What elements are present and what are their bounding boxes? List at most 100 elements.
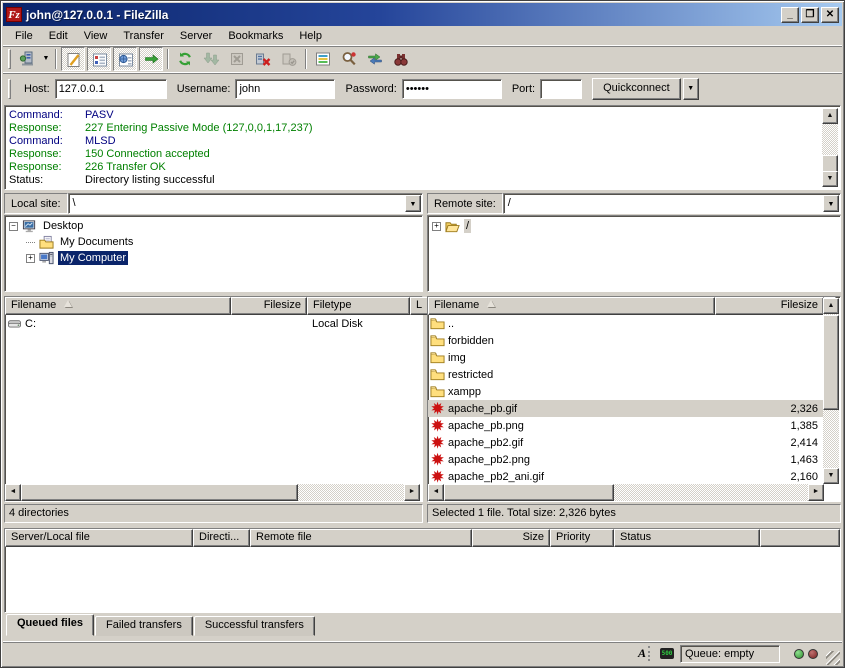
toggle-remote-tree-button[interactable] [113, 47, 137, 71]
remote-file-row[interactable]: restricted [428, 366, 824, 383]
column-header-filename[interactable]: Filename [428, 297, 715, 315]
remote-file-row[interactable]: xampp [428, 383, 824, 400]
username-input[interactable] [235, 79, 335, 99]
title-bar: Fz john@127.0.0.1 - FileZilla _ ❐ ✕ [3, 3, 842, 26]
disconnect-button[interactable] [251, 47, 275, 71]
remote-file-row[interactable]: apache_pb2_ani.gif2,160 [428, 468, 824, 484]
expand-icon[interactable]: + [26, 254, 35, 263]
chevron-down-icon[interactable]: ▼ [823, 195, 839, 212]
scroll-up-icon[interactable]: ▲ [822, 108, 838, 124]
site-manager-dropdown[interactable]: ▼ [40, 48, 52, 70]
toolbar-gripper[interactable] [8, 49, 11, 69]
log-line-response: Response:227 Entering Passive Mode (127,… [9, 122, 821, 135]
tree-item[interactable]: +/ [428, 218, 840, 234]
scroll-down-icon[interactable]: ▼ [822, 171, 838, 187]
password-input[interactable] [402, 79, 502, 99]
tab-queued-files[interactable]: Queued files [6, 614, 94, 636]
tab-successful-transfers[interactable]: Successful transfers [194, 616, 315, 636]
chevron-down-icon[interactable]: ▼ [405, 195, 421, 212]
host-input[interactable] [55, 79, 167, 99]
menu-transfer[interactable]: Transfer [115, 28, 172, 44]
column-header-status[interactable]: Status [614, 529, 760, 547]
toggle-local-tree-button[interactable] [87, 47, 111, 71]
menu-view[interactable]: View [76, 28, 116, 44]
transfer-type-icon[interactable]: A [634, 645, 654, 663]
password-label: Password: [345, 83, 396, 95]
menu-server[interactable]: Server [172, 28, 220, 44]
scroll-right-icon[interactable]: ► [404, 484, 420, 501]
find-files-button[interactable] [389, 47, 413, 71]
remote-vscrollbar[interactable]: ▲ ▼ [823, 298, 839, 484]
local-hscrollbar[interactable]: ◄ ► [5, 484, 420, 501]
tab-failed-transfers[interactable]: Failed transfers [95, 616, 193, 636]
remote-file-row[interactable]: apache_pb.png1,385 [428, 417, 824, 434]
expand-icon[interactable]: + [432, 222, 441, 231]
quickconnect-button[interactable]: Quickconnect [592, 78, 681, 100]
remote-site-combo[interactable]: / ▼ [503, 193, 841, 214]
filter-button[interactable] [311, 47, 335, 71]
column-header-server-local-file[interactable]: Server/Local file [5, 529, 193, 547]
image-icon [430, 418, 445, 433]
local-site-combo[interactable]: \ ▼ [68, 193, 423, 214]
process-queue-icon [203, 51, 219, 67]
toggle-message-log-button[interactable] [61, 47, 85, 71]
close-button[interactable]: ✕ [821, 7, 839, 23]
folder-icon [430, 384, 445, 399]
column-header-filetype[interactable]: Filetype [307, 297, 410, 315]
minimize-button[interactable]: _ [781, 7, 799, 23]
quickconnect-bar: Host: Username: Password: Port: Quickcon… [3, 72, 842, 104]
toolbar-separator [305, 49, 307, 69]
tree-item[interactable]: My Documents [5, 234, 422, 250]
site-manager-button[interactable] [15, 47, 39, 71]
column-header-filesize[interactable]: Filesize [231, 297, 307, 315]
toggle-remote-tree-icon [118, 52, 134, 68]
scroll-left-icon[interactable]: ◄ [428, 484, 444, 501]
remote-file-row[interactable]: .. [428, 315, 824, 332]
remote-hscrollbar[interactable]: ◄ ► [428, 484, 824, 501]
refresh-button[interactable] [173, 47, 197, 71]
menu-edit[interactable]: Edit [41, 28, 76, 44]
remote-tree: +/ [427, 215, 841, 292]
log-scrollbar[interactable]: ▲ ▼ [822, 108, 838, 187]
toggle-queue-button[interactable] [139, 47, 163, 71]
remote-file-row[interactable]: apache_pb.gif2,326 [428, 400, 824, 417]
scroll-right-icon[interactable]: ► [808, 484, 824, 501]
quickbar-gripper[interactable] [8, 79, 11, 99]
local-status: 4 directories [4, 504, 423, 523]
scroll-left-icon[interactable]: ◄ [5, 484, 21, 501]
toolbar-separator [55, 49, 57, 69]
directory-comparison-icon [341, 51, 357, 67]
remote-file-row[interactable]: apache_pb2.gif2,414 [428, 434, 824, 451]
image-icon [430, 401, 445, 416]
menu-help[interactable]: Help [291, 28, 330, 44]
toggle-queue-icon [144, 52, 160, 68]
column-header-priority[interactable]: Priority [550, 529, 614, 547]
scroll-down-icon[interactable]: ▼ [823, 468, 839, 484]
directory-comparison-button[interactable] [337, 47, 361, 71]
port-input[interactable] [540, 79, 582, 99]
disk-icon [7, 316, 22, 331]
local-file-row[interactable]: C:Local Disk [5, 315, 422, 332]
remote-file-row[interactable]: forbidden [428, 332, 824, 349]
menu-file[interactable]: File [7, 28, 41, 44]
synchronized-browsing-button[interactable] [363, 47, 387, 71]
tree-item[interactable]: +My Computer [5, 250, 422, 266]
remote-file-row[interactable]: img [428, 349, 824, 366]
collapse-icon[interactable]: − [9, 222, 18, 231]
column-header-directi-[interactable]: Directi... [193, 529, 250, 547]
menu-bookmarks[interactable]: Bookmarks [220, 28, 291, 44]
speed-limit-icon[interactable]: 500 [657, 645, 677, 663]
column-header-filesize[interactable]: Filesize [715, 297, 824, 315]
resize-grip[interactable] [826, 651, 840, 665]
host-label: Host: [24, 83, 50, 95]
scroll-up-icon[interactable]: ▲ [823, 298, 839, 314]
transfer-queue: Server/Local fileDirecti...Remote fileSi… [4, 528, 841, 613]
column-header-size[interactable]: Size [472, 529, 550, 547]
remote-file-row[interactable]: apache_pb2.png1,463 [428, 451, 824, 468]
column-header-filename[interactable]: Filename [5, 297, 231, 315]
column-header-remote-file[interactable]: Remote file [250, 529, 472, 547]
maximize-button[interactable]: ❐ [801, 7, 819, 23]
tree-item[interactable]: −Desktop [5, 218, 422, 234]
quickconnect-dropdown[interactable]: ▼ [683, 78, 699, 100]
site-manager-icon [19, 51, 35, 67]
